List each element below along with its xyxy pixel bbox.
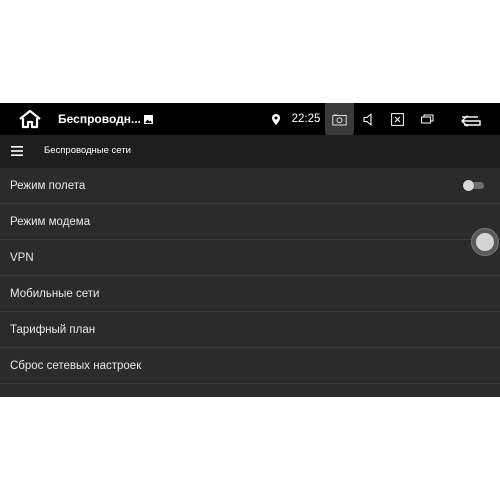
setting-label: VPN [10,251,34,264]
setting-label: Сброс сетевых настроек [10,359,142,372]
app-title: Беспроводн... [58,112,140,126]
airplane-mode-toggle[interactable] [463,180,484,191]
home-icon [19,109,41,129]
toggle-thumb [463,180,474,191]
setting-data-plan[interactable]: Тарифный план [0,312,500,348]
setting-label: Тарифный план [10,323,96,336]
volume-icon [363,112,372,126]
page-title: Беспроводные сети [44,145,131,156]
back-button[interactable] [455,103,487,135]
camera-button[interactable] [325,103,354,137]
hamburger-icon [11,146,23,156]
close-box-icon [390,112,404,126]
setting-label: Режим полета [10,179,86,192]
back-arrow-icon [461,115,481,127]
setting-network-reset[interactable]: Сброс сетевых настроек [0,348,500,384]
camera-icon [332,114,347,126]
setting-mobile-networks[interactable]: Мобильные сети [0,276,500,312]
setting-vpn[interactable]: VPN [0,240,500,276]
floating-button-dot [476,233,494,251]
settings-list: Режим полета Режим модема VPN Мобильные … [0,168,500,384]
toolbar: Беспроводные сети [0,135,500,168]
close-box-button[interactable] [386,103,408,135]
status-bar: Беспроводн... 22:25 [0,103,500,137]
image-notification-icon [141,103,155,135]
menu-button[interactable] [10,144,24,158]
setting-tethering[interactable]: Режим модема [0,204,500,240]
volume-button[interactable] [358,103,380,135]
floating-assistive-button[interactable] [471,228,499,256]
setting-airplane-mode[interactable]: Режим полета [0,168,500,204]
device-screen: Беспроводн... 22:25 Беспроводные сети Ре… [0,103,500,397]
setting-label: Режим модема [10,215,91,228]
setting-label: Мобильные сети [10,287,100,300]
location-icon [269,103,283,135]
window-button[interactable] [416,103,438,135]
home-button[interactable] [12,103,48,135]
clock: 22:25 [291,113,321,125]
window-icon [420,114,433,124]
